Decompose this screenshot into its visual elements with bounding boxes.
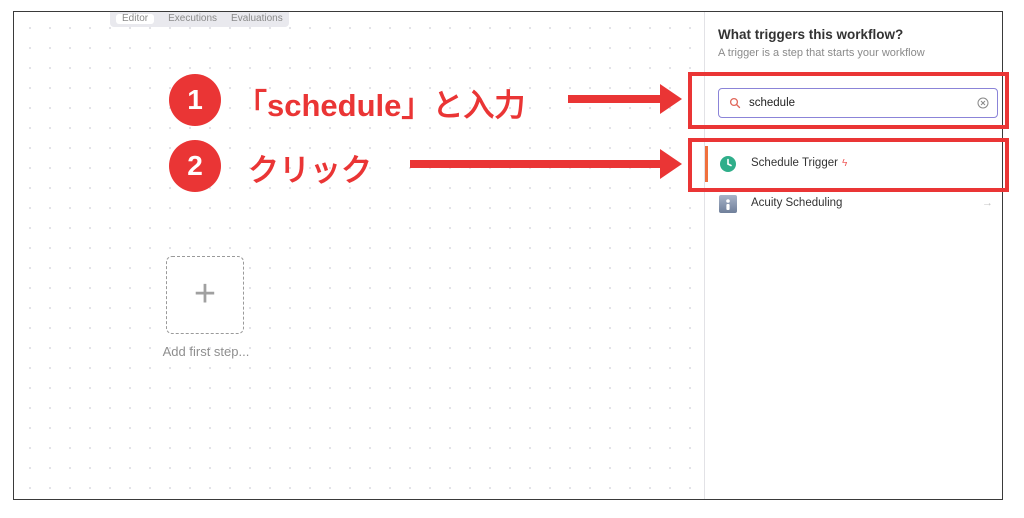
editor-canvas[interactable]: Editor Executions Evaluations + Add firs…: [13, 11, 1003, 500]
panel-subtitle: A trigger is a step that starts your wor…: [718, 47, 925, 59]
panel-title: What triggers this workflow?: [718, 27, 904, 42]
arrow-right-icon: →: [982, 197, 993, 209]
search-icon: [729, 97, 741, 109]
bolt-icon: ϟ: [841, 158, 848, 169]
add-first-step-label: Add first step...: [162, 344, 250, 359]
acuity-logo-icon: [719, 195, 737, 213]
result-schedule-trigger[interactable]: Schedule Trigger ϟ: [705, 146, 1002, 182]
result-acuity-scheduling[interactable]: Acuity Scheduling →: [705, 186, 1002, 222]
search-field[interactable]: [718, 88, 998, 118]
tab-executions[interactable]: Executions: [168, 14, 217, 24]
tab-editor[interactable]: Editor: [116, 14, 155, 24]
result-label: Acuity Scheduling: [751, 197, 843, 209]
editor-tabs: Editor Executions Evaluations: [110, 12, 289, 27]
plus-icon: +: [193, 272, 217, 315]
add-first-step-button[interactable]: +: [166, 256, 244, 334]
tab-evaluations[interactable]: Evaluations: [231, 14, 283, 24]
clock-icon: [720, 156, 736, 172]
result-label: Schedule Trigger ϟ: [751, 157, 848, 169]
clear-circle-icon[interactable]: [977, 97, 989, 109]
search-input[interactable]: [749, 94, 969, 112]
trigger-panel: What triggers this workflow? A trigger i…: [704, 12, 1002, 499]
